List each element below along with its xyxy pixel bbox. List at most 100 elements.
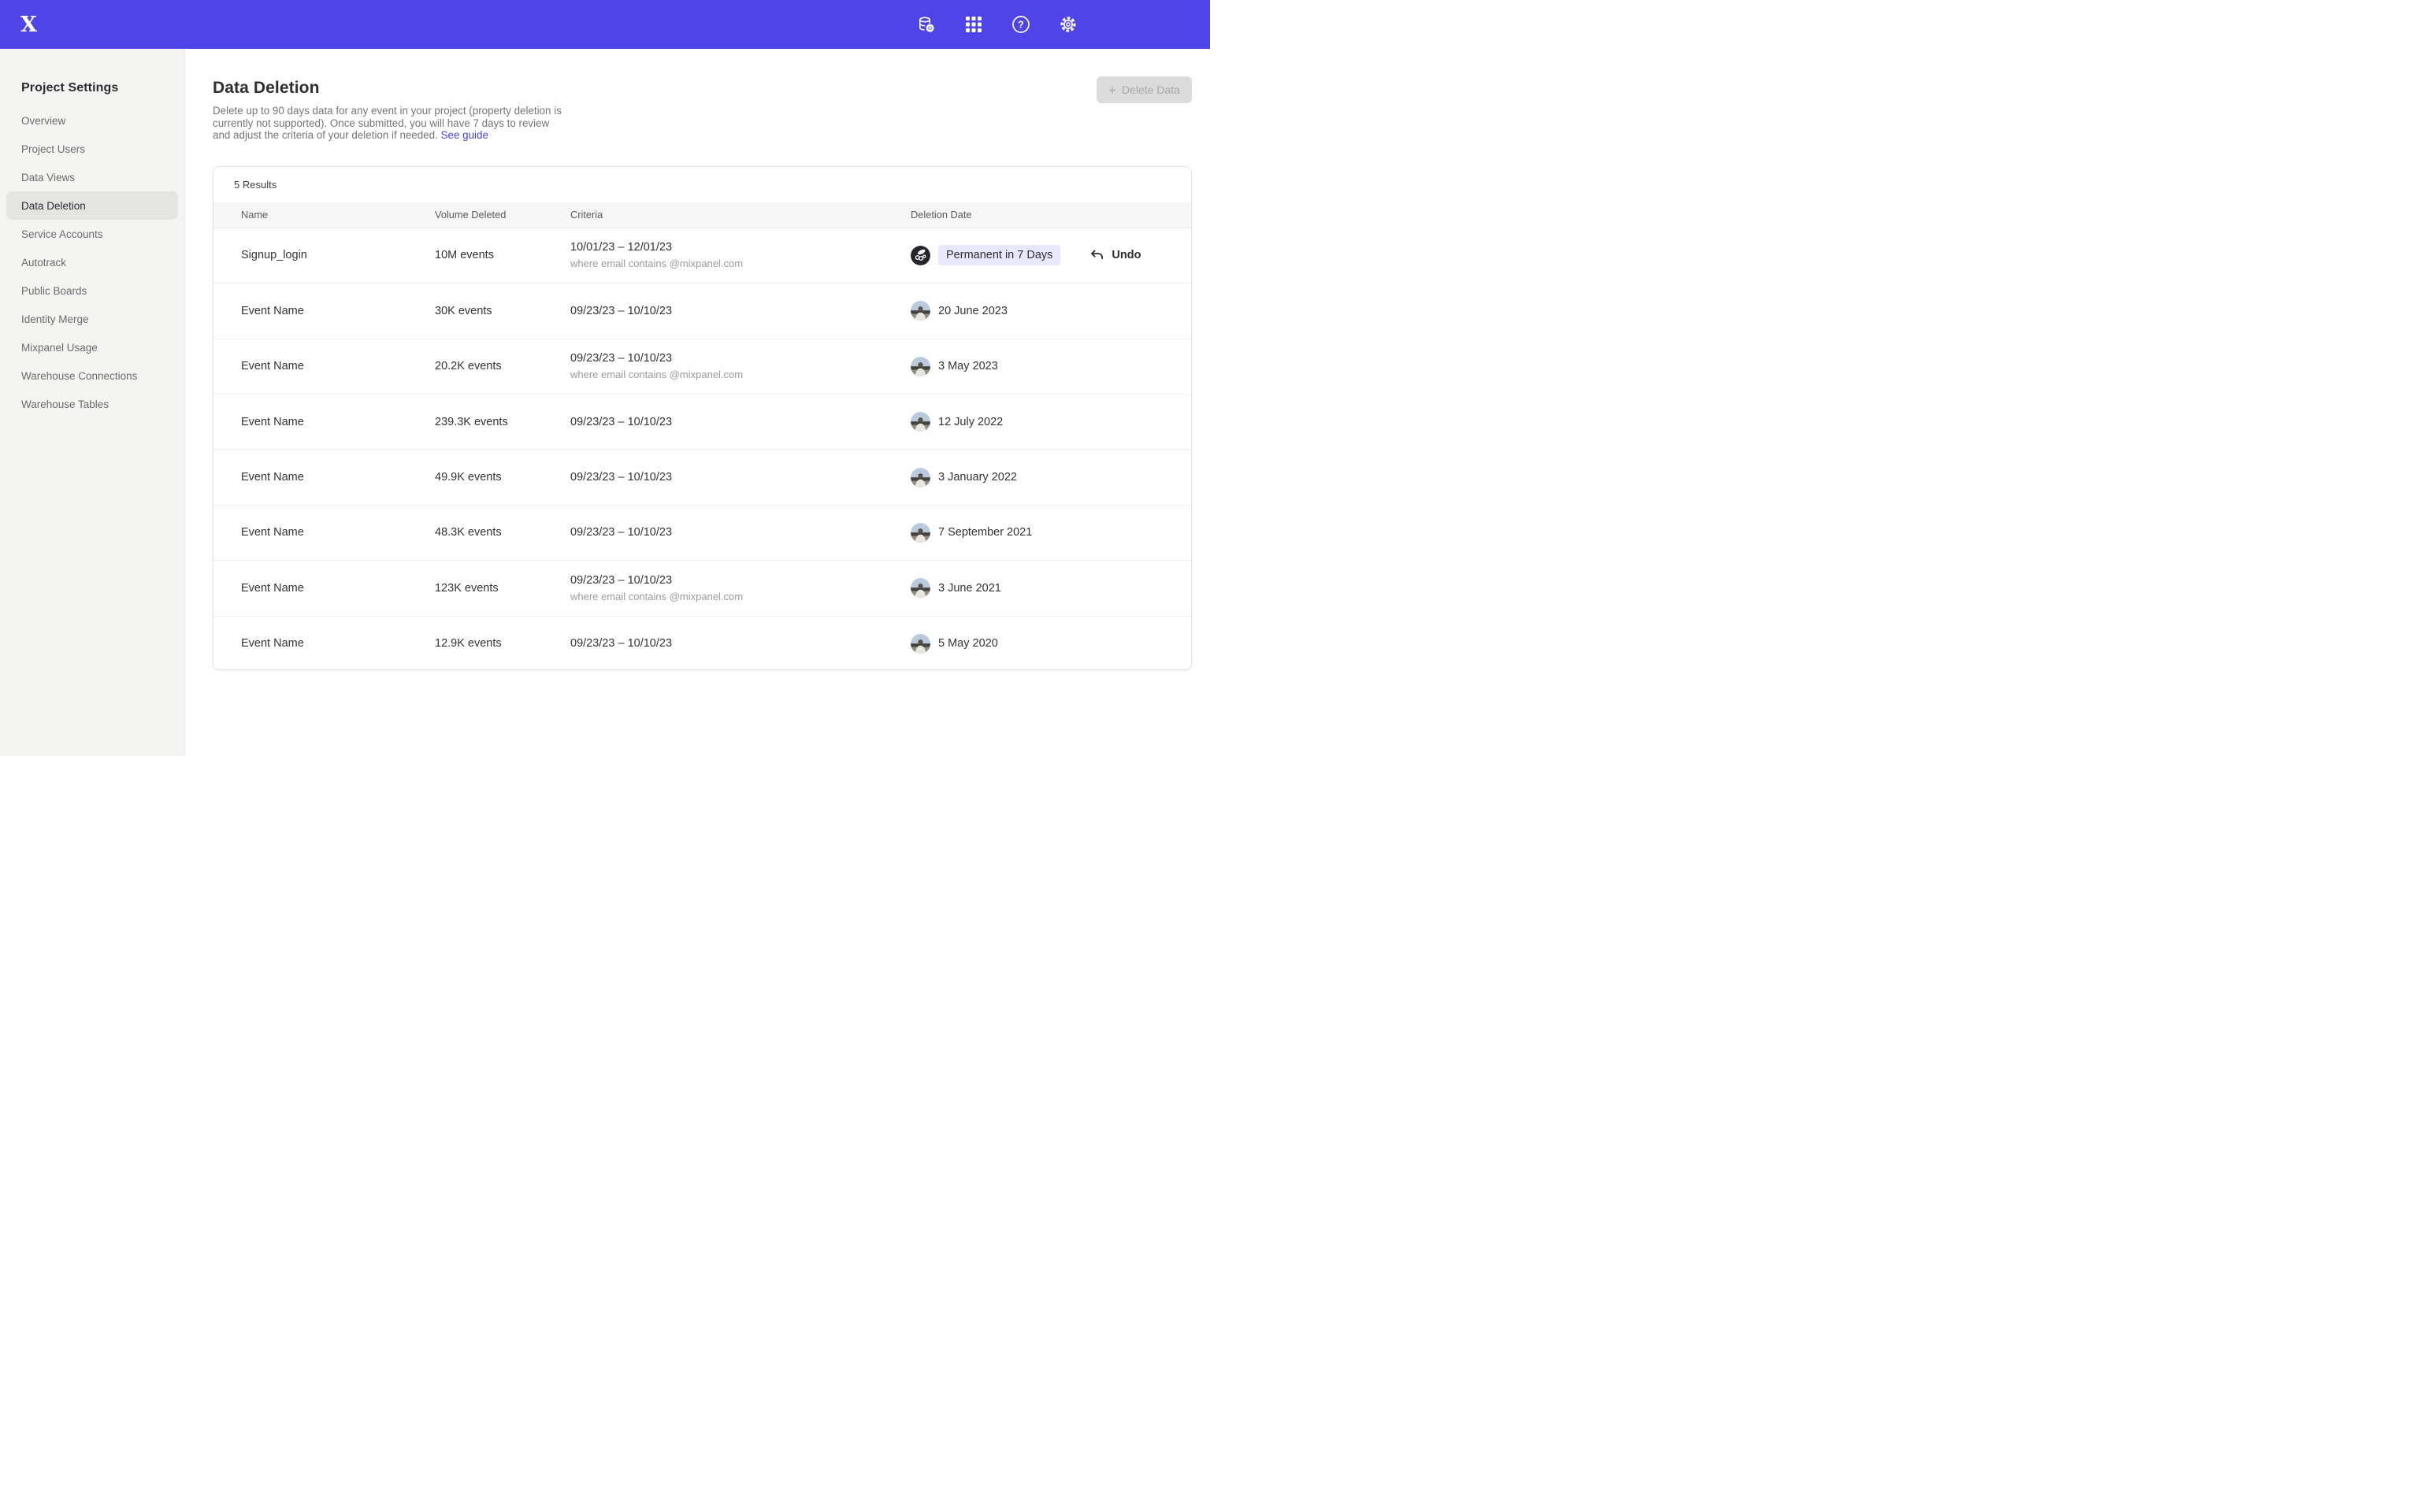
sidebar: Project Settings Overview Project Users … bbox=[0, 49, 185, 756]
volume-deleted: 48.3K events bbox=[435, 526, 570, 539]
user-avatar bbox=[911, 468, 930, 487]
deletion-name: Event Name bbox=[241, 637, 435, 650]
table-row: Signup_login 10M events 10/01/23 – 12/01… bbox=[213, 228, 1191, 283]
criteria-range: 09/23/23 – 10/10/23 bbox=[570, 305, 911, 317]
criteria-cell: 09/23/23 – 10/10/23 bbox=[570, 416, 911, 428]
description-text: Delete up to 90 days data for any event … bbox=[213, 105, 562, 141]
deletion-name: Signup_login bbox=[241, 249, 435, 261]
sidebar-title: Project Settings bbox=[21, 81, 184, 95]
undo-icon bbox=[1089, 248, 1104, 263]
criteria-range: 09/23/23 – 10/10/23 bbox=[570, 526, 911, 539]
deletion-date-cell: 7 September 2021 bbox=[911, 523, 1191, 543]
volume-deleted: 123K events bbox=[435, 582, 570, 595]
page-title: Data Deletion bbox=[213, 79, 1192, 98]
deletion-name: Event Name bbox=[241, 582, 435, 595]
deletion-date: 12 July 2022 bbox=[938, 416, 1003, 428]
apps-grid-icon[interactable] bbox=[964, 15, 983, 34]
criteria-cell: 10/01/23 – 12/01/23 where email contains… bbox=[570, 241, 911, 269]
deletion-date-cell: 3 January 2022 bbox=[911, 468, 1191, 487]
volume-deleted: 30K events bbox=[435, 305, 570, 317]
criteria-range: 09/23/23 – 10/10/23 bbox=[570, 471, 911, 484]
user-avatar bbox=[911, 634, 930, 654]
deletion-name: Event Name bbox=[241, 360, 435, 372]
sidebar-item-autotrack[interactable]: Autotrack bbox=[6, 248, 178, 276]
app-root: X bbox=[0, 0, 1210, 756]
page-description: Delete up to 90 days data for any event … bbox=[213, 105, 567, 142]
deletion-name: Event Name bbox=[241, 305, 435, 317]
criteria-cell: 09/23/23 – 10/10/23 bbox=[570, 471, 911, 484]
criteria-filter: where email contains @mixpanel.com bbox=[570, 591, 911, 602]
criteria-cell: 09/23/23 – 10/10/23 bbox=[570, 526, 911, 539]
deletion-date-cell: 5 May 2020 bbox=[911, 634, 1191, 654]
user-avatar bbox=[911, 246, 930, 265]
sidebar-item-mixpanel-usage[interactable]: Mixpanel Usage bbox=[6, 333, 178, 361]
criteria-cell: 09/23/23 – 10/10/23 where email contains… bbox=[570, 352, 911, 380]
sidebar-item-service-accounts[interactable]: Service Accounts bbox=[6, 220, 178, 248]
volume-deleted: 239.3K events bbox=[435, 416, 570, 428]
deletion-date: 5 May 2020 bbox=[938, 637, 998, 650]
deletion-date-cell: Permanent in 7 Days Undo bbox=[911, 245, 1191, 265]
table-row: Event Name 48.3K events 09/23/23 – 10/10… bbox=[213, 505, 1191, 560]
sidebar-item-identity-merge[interactable]: Identity Merge bbox=[6, 305, 178, 333]
sidebar-nav: Overview Project Users Data Views Data D… bbox=[0, 106, 184, 418]
user-avatar bbox=[911, 523, 930, 543]
column-header-deletion-date: Deletion Date bbox=[911, 209, 1191, 220]
criteria-range: 09/23/23 – 10/10/23 bbox=[570, 637, 911, 650]
deletion-date: 3 June 2021 bbox=[938, 582, 1001, 595]
plus-icon bbox=[1108, 83, 1116, 97]
deletion-date-cell: 12 July 2022 bbox=[911, 412, 1191, 432]
sidebar-item-project-users[interactable]: Project Users bbox=[6, 135, 178, 163]
user-avatar bbox=[911, 412, 930, 432]
sidebar-item-data-views[interactable]: Data Views bbox=[6, 163, 178, 191]
sidebar-item-public-boards[interactable]: Public Boards bbox=[6, 276, 178, 305]
sidebar-item-warehouse-tables[interactable]: Warehouse Tables bbox=[6, 390, 178, 418]
criteria-cell: 09/23/23 – 10/10/23 where email contains… bbox=[570, 574, 911, 602]
column-header-criteria: Criteria bbox=[570, 209, 911, 220]
table-header-row: Name Volume Deleted Criteria Deletion Da… bbox=[213, 202, 1191, 228]
column-header-volume: Volume Deleted bbox=[435, 209, 570, 220]
user-avatar bbox=[911, 357, 930, 376]
volume-deleted: 10M events bbox=[435, 249, 570, 261]
criteria-cell: 09/23/23 – 10/10/23 bbox=[570, 305, 911, 317]
sidebar-item-data-deletion[interactable]: Data Deletion bbox=[6, 191, 178, 220]
deletion-date: 3 January 2022 bbox=[938, 471, 1017, 484]
volume-deleted: 12.9K events bbox=[435, 637, 570, 650]
top-nav: X bbox=[0, 0, 1210, 49]
deletion-name: Event Name bbox=[241, 416, 435, 428]
user-avatar bbox=[911, 301, 930, 321]
nav-icon-group: ? bbox=[917, 0, 1078, 49]
status-badge: Permanent in 7 Days bbox=[938, 245, 1060, 265]
volume-deleted: 49.9K events bbox=[435, 471, 570, 484]
criteria-range: 09/23/23 – 10/10/23 bbox=[570, 416, 911, 428]
deletion-name: Event Name bbox=[241, 471, 435, 484]
table-row: Event Name 30K events 09/23/23 – 10/10/2… bbox=[213, 283, 1191, 338]
mixpanel-x-logo-icon[interactable]: X bbox=[20, 14, 37, 35]
deletion-date-cell: 3 June 2021 bbox=[911, 578, 1191, 598]
main-content: Data Deletion Delete up to 90 days data … bbox=[185, 49, 1210, 756]
table-row: Event Name 239.3K events 09/23/23 – 10/1… bbox=[213, 394, 1191, 449]
help-icon[interactable]: ? bbox=[1011, 15, 1030, 34]
sidebar-item-overview[interactable]: Overview bbox=[6, 106, 178, 135]
undo-label: Undo bbox=[1112, 249, 1141, 261]
criteria-range: 10/01/23 – 12/01/23 bbox=[570, 241, 911, 254]
svg-text:?: ? bbox=[1018, 19, 1024, 30]
volume-deleted: 20.2K events bbox=[435, 360, 570, 372]
data-management-icon[interactable] bbox=[917, 15, 936, 34]
sidebar-item-warehouse-connections[interactable]: Warehouse Connections bbox=[6, 361, 178, 390]
criteria-filter: where email contains @mixpanel.com bbox=[570, 258, 911, 269]
criteria-cell: 09/23/23 – 10/10/23 bbox=[570, 637, 911, 650]
table-row: Event Name 123K events 09/23/23 – 10/10/… bbox=[213, 560, 1191, 615]
deletion-date-cell: 3 May 2023 bbox=[911, 357, 1191, 376]
table-row: Event Name 20.2K events 09/23/23 – 10/10… bbox=[213, 339, 1191, 394]
deletion-name: Event Name bbox=[241, 526, 435, 539]
delete-data-label: Delete Data bbox=[1122, 83, 1180, 96]
deletion-date: 3 May 2023 bbox=[938, 360, 998, 372]
criteria-filter: where email contains @mixpanel.com bbox=[570, 369, 911, 380]
user-avatar bbox=[911, 578, 930, 598]
results-count: 5 Results bbox=[213, 167, 1191, 202]
settings-gear-icon[interactable] bbox=[1059, 15, 1078, 34]
see-guide-link[interactable]: See guide bbox=[441, 129, 488, 141]
delete-data-button[interactable]: Delete Data bbox=[1097, 76, 1192, 103]
undo-button[interactable]: Undo bbox=[1089, 248, 1141, 263]
deletion-date: 20 June 2023 bbox=[938, 305, 1008, 317]
